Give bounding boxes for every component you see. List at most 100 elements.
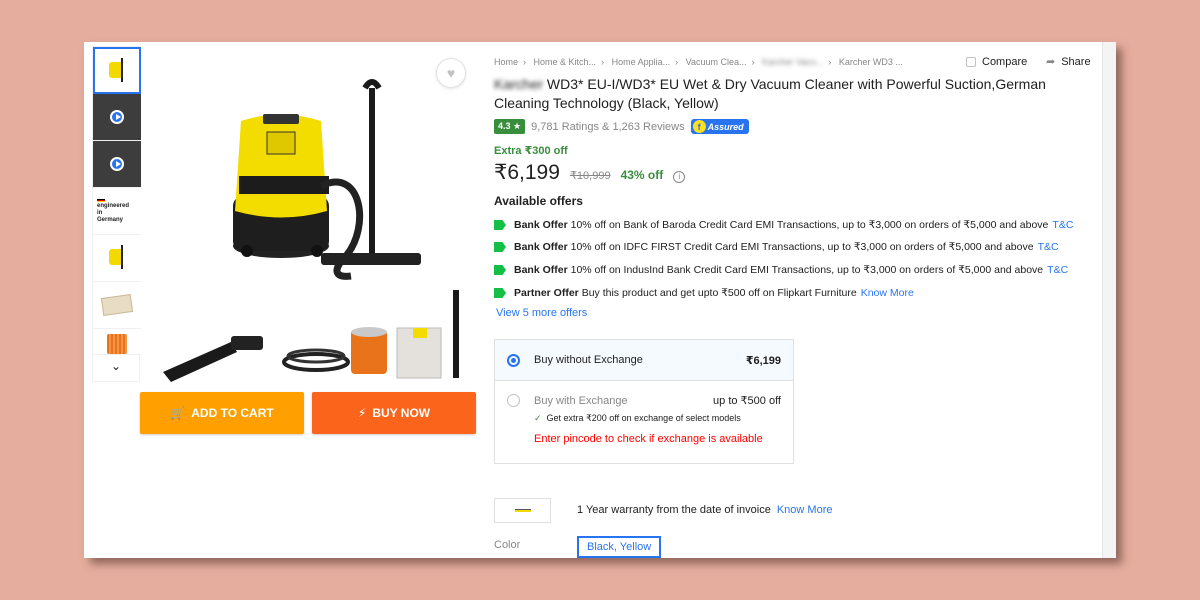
- offer-text: Buy this product and get upto ₹500 off o…: [581, 287, 857, 299]
- brand-logo-mark: [514, 509, 531, 512]
- product-title-text: WD3* EU-I/WD3* EU Wet & Dry Vacuum Clean…: [494, 76, 1046, 111]
- share-label: Share: [1061, 55, 1091, 68]
- checkmark-icon: ✓: [534, 413, 542, 423]
- offer-tag-icon: [494, 242, 506, 252]
- thumbnail-6[interactable]: [93, 282, 141, 329]
- offer-know-more-link[interactable]: Know More: [861, 287, 914, 299]
- buy-with-exchange-option[interactable]: Buy with Exchange up to ₹500 off ✓ Get e…: [495, 381, 793, 445]
- without-exchange-price: ₹6,199: [745, 354, 781, 367]
- offer-type: Bank Offer: [514, 219, 568, 231]
- page-scrollbar[interactable]: [1102, 42, 1116, 558]
- assured-label: Assured: [707, 121, 744, 132]
- warranty-info: 1 Year warranty from the date of invoice…: [577, 504, 832, 516]
- view-more-offers-link[interactable]: View 5 more offers: [496, 307, 587, 319]
- with-exchange-label: Buy with Exchange: [534, 394, 628, 407]
- offer-item: Bank Offer 10% off on IndusInd Bank Cred…: [494, 264, 1068, 276]
- breadcrumb-product[interactable]: Karcher WD3 ...: [839, 57, 903, 67]
- extra-off-label: Extra ₹300 off: [494, 145, 568, 157]
- offer-tc-link[interactable]: T&C: [1047, 264, 1068, 276]
- breadcrumb-home-appliances[interactable]: Home Applia...: [612, 57, 671, 67]
- vacuum-cleaner-illustration: [163, 79, 459, 382]
- warranty-text: 1 Year warranty from the date of invoice: [577, 504, 771, 516]
- product-main-image[interactable]: [141, 46, 475, 382]
- breadcrumb-vacuum-cleaners[interactable]: Vacuum Clea...: [686, 57, 747, 67]
- thumbnail-video-2[interactable]: [93, 141, 141, 188]
- offer-item: Partner Offer Buy this product and get u…: [494, 287, 914, 299]
- offer-type: Bank Offer: [514, 241, 568, 253]
- offer-text: 10% off on Bank of Baroda Credit Card EM…: [570, 219, 1049, 231]
- offer-type: Bank Offer: [514, 264, 568, 276]
- brand-logo: [494, 498, 551, 523]
- add-to-cart-button[interactable]: 🛒 ADD TO CART: [140, 392, 304, 434]
- mrp-price: ₹10,999: [569, 170, 611, 182]
- ratings-reviews-count[interactable]: 9,781 Ratings & 1,263 Reviews: [531, 121, 684, 133]
- add-to-cart-label: ADD TO CART: [191, 406, 274, 420]
- cloth-thumb-icon: [100, 294, 134, 316]
- with-exchange-value: up to ₹500 off: [713, 395, 781, 407]
- thumbnail-strip: engineered in Germany ⌄: [92, 46, 141, 382]
- exchange-pincode-warning: Enter pincode to check if exchange is av…: [534, 433, 763, 445]
- badge-line-1: engineered: [97, 202, 130, 209]
- buy-now-label: BUY NOW: [372, 406, 431, 420]
- exchange-note-text: Get extra ₹200 off on exchange of select…: [546, 413, 741, 423]
- offer-item: Bank Offer 10% off on IDFC FIRST Credit …: [494, 241, 1059, 253]
- without-exchange-label: Buy without Exchange: [534, 354, 643, 366]
- color-option-black-yellow[interactable]: Black, Yellow: [577, 536, 662, 558]
- info-icon[interactable]: i: [673, 170, 686, 183]
- offer-tag-icon: [494, 220, 506, 230]
- share-icon: ➦: [1046, 56, 1056, 68]
- badge-line-2: in: [97, 209, 103, 216]
- vacuum-thumb-icon: [106, 57, 128, 84]
- product-title: Karcher WD3* EU-I/WD3* EU Wet & Dry Vacu…: [494, 75, 1074, 113]
- breadcrumb-home-kitchen[interactable]: Home & Kitch...: [534, 57, 597, 67]
- vacuum-thumb-icon: [106, 245, 128, 271]
- discount-percent: 43% off: [620, 168, 664, 182]
- buy-without-exchange-option[interactable]: Buy without Exchange ₹6,199: [495, 340, 793, 381]
- share-button[interactable]: ➦ Share: [1046, 55, 1091, 69]
- assured-badge: f Assured: [690, 119, 749, 134]
- product-brand: Karcher: [494, 76, 544, 92]
- compare-checkbox[interactable]: Compare: [966, 56, 1027, 68]
- cart-icon: 🛒: [170, 406, 186, 420]
- radio-unselected-icon[interactable]: [507, 394, 520, 407]
- thumbnail-video-1[interactable]: [93, 94, 141, 141]
- thumbnails-down-button[interactable]: ⌄: [93, 355, 139, 377]
- wishlist-button[interactable]: ♥: [436, 58, 466, 88]
- offers-heading: Available offers: [494, 194, 583, 208]
- chevron-down-icon: ⌄: [110, 359, 122, 373]
- offer-tc-link[interactable]: T&C: [1038, 241, 1059, 253]
- thumbnail-5[interactable]: [93, 235, 141, 282]
- offer-tag-icon: [494, 265, 506, 275]
- breadcrumb-home[interactable]: Home: [494, 57, 518, 67]
- star-icon: ★: [513, 121, 522, 131]
- filter-thumb-icon: [107, 334, 127, 354]
- rating-badge[interactable]: 4.3 ★: [494, 119, 526, 134]
- offer-type: Partner Offer: [514, 287, 579, 299]
- buy-now-button[interactable]: ⚡ BUY NOW: [312, 392, 476, 434]
- rating-row: 4.3 ★ 9,781 Ratings & 1,263 Reviews f Ass…: [494, 119, 749, 134]
- breadcrumb-brand-vacuum[interactable]: Karcher Vacu...: [762, 57, 823, 67]
- breadcrumb: Home › Home & Kitch... › Home Applia... › V…: [494, 57, 903, 67]
- heart-icon: ♥: [446, 65, 456, 81]
- offer-text: 10% off on IDFC FIRST Credit Card EMI Tr…: [570, 241, 1034, 253]
- offer-item: Bank Offer 10% off on Bank of Baroda Cre…: [494, 219, 1073, 231]
- radio-selected-icon[interactable]: [507, 353, 520, 367]
- exchange-note: ✓ Get extra ₹200 off on exchange of sele…: [534, 413, 781, 424]
- lightning-icon: ⚡: [357, 406, 367, 420]
- offer-text: 10% off on IndusInd Bank Credit Card EMI…: [570, 264, 1044, 276]
- color-label: Color: [494, 539, 521, 551]
- thumbnail-1[interactable]: [93, 47, 141, 94]
- offer-tc-link[interactable]: T&C: [1052, 219, 1073, 231]
- thumbnail-germany[interactable]: engineered in Germany: [93, 188, 141, 235]
- thumbnail-7[interactable]: [93, 329, 141, 355]
- rating-value: 4.3: [498, 121, 511, 131]
- badge-line-3: Germany: [97, 216, 124, 223]
- price-row: ₹6,199 ₹10,999 43% off i: [494, 160, 686, 185]
- warranty-know-more-link[interactable]: Know More: [777, 504, 833, 516]
- play-icon: [110, 157, 124, 171]
- flipkart-f-icon: f: [692, 120, 706, 133]
- exchange-options: Buy without Exchange ₹6,199 Buy with Exc…: [494, 339, 794, 464]
- play-icon: [110, 110, 124, 124]
- offer-tag-icon: [494, 288, 506, 298]
- germany-badge: engineered in Germany: [93, 198, 141, 224]
